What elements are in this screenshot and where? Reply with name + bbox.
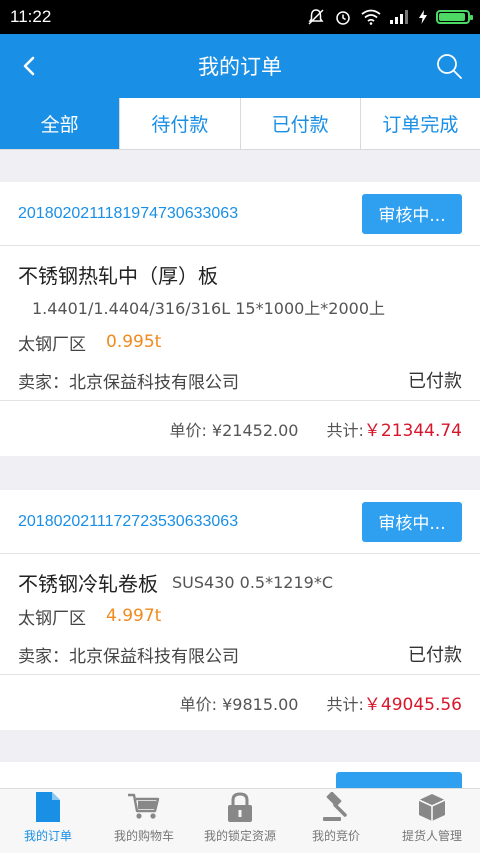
alarm-icon [336, 11, 350, 25]
unit-price: 单价: ¥9815.00 [179, 694, 299, 714]
product-spec: SUS430 0.5*1219*C [172, 572, 333, 592]
warehouse-location: 太钢厂区 [18, 608, 86, 629]
back-arrow-icon[interactable] [16, 52, 44, 80]
order-list[interactable]: 2018020211181974730633063 审核中... 不锈钢热轧中（… [0, 150, 480, 788]
status-time: 11:22 [10, 7, 52, 26]
order-status-button[interactable]: 审核中... [362, 193, 462, 234]
order-card[interactable]: 2018020211181974730633063 审核中... 不锈钢热轧中（… [0, 182, 480, 456]
page-title: 我的订单 [198, 55, 282, 79]
tabbar-item-pickup-manager[interactable]: 提货人管理 [384, 789, 480, 853]
order-number: 2018020211172723530633063 [18, 512, 239, 530]
order-weight: 0.995t [106, 332, 162, 352]
tabbar-item-cart[interactable]: 我的购物车 [96, 789, 192, 853]
payment-status: 已付款 [408, 371, 462, 392]
charging-icon [419, 10, 427, 24]
order-status-button[interactable] [336, 772, 462, 788]
order-weight: 4.997t [106, 606, 162, 626]
total-label: 共计: [326, 420, 364, 440]
order-card-body: 不锈钢冷轧卷板 SUS430 0.5*1219*C 太钢厂区 4.997t 卖家… [0, 554, 480, 675]
tabbar-label: 我的锁定资源 [203, 829, 276, 843]
cart-icon [128, 791, 160, 823]
tab-paid[interactable]: 已付款 [239, 98, 360, 149]
order-card-header: 2018020211181974730633063 审核中... [0, 182, 480, 246]
unit-price: 单价: ¥21452.00 [169, 420, 299, 440]
signal-icon [390, 10, 408, 24]
order-card[interactable] [0, 762, 480, 788]
order-card[interactable]: 2018020211172723530633063 审核中... 不锈钢冷轧卷板… [0, 490, 480, 730]
order-card-body: 不锈钢热轧中（厚）板 1.4401/1.4404/316/316L 15*100… [0, 246, 480, 401]
tabbar-item-bidding[interactable]: 我的竞价 [288, 789, 384, 853]
tabbar-item-locked-resources[interactable]: 我的锁定资源 [192, 789, 288, 853]
order-total: ￥49045.56 [363, 695, 462, 715]
bottom-tab-bar: 我的订单 我的购物车 我的锁定资源 我的竞价 提货人管理 [0, 788, 480, 853]
order-total: ￥21344.74 [363, 421, 462, 441]
box-icon [416, 791, 448, 823]
seller-name: 卖家：北京保益科技有限公司 [18, 372, 239, 393]
location-row: 太钢厂区 0.995t [18, 324, 462, 360]
payment-status: 已付款 [408, 645, 462, 666]
tab-all[interactable]: 全部 [0, 98, 120, 149]
tabbar-label: 我的购物车 [113, 829, 174, 843]
tab-completed[interactable]: 订单完成 [359, 98, 480, 149]
seller-row: 卖家：北京保益科技有限公司 已付款 [18, 360, 462, 400]
gavel-icon [320, 791, 352, 823]
tab-pending-payment[interactable]: 待付款 [119, 98, 239, 149]
total-label: 共计: [326, 694, 364, 714]
lock-icon [224, 791, 256, 823]
tabbar-label: 我的竞价 [311, 829, 360, 843]
warehouse-location: 太钢厂区 [18, 334, 86, 355]
tabbar-label: 提货人管理 [401, 829, 462, 843]
order-card-footer: 单价: ¥9815.00 共计: ￥49045.56 [0, 675, 480, 730]
mute-icon [308, 9, 324, 25]
seller-name: 卖家：北京保益科技有限公司 [18, 646, 239, 667]
order-status-button[interactable]: 审核中... [362, 501, 462, 542]
order-card-header: 2018020211172723530633063 审核中... [0, 490, 480, 554]
seller-row: 卖家：北京保益科技有限公司 已付款 [18, 634, 462, 674]
battery-icon [436, 10, 473, 24]
product-name-line: 不锈钢冷轧卷板 SUS430 0.5*1219*C [18, 566, 462, 598]
wifi-icon [361, 9, 381, 25]
order-card-footer: 单价: ¥21452.00 共计: ￥21344.74 [0, 401, 480, 456]
status-icons [307, 8, 473, 26]
document-icon [32, 791, 64, 823]
product-name: 不锈钢热轧中（厚）板 [18, 263, 218, 288]
location-row: 太钢厂区 4.997t [18, 598, 462, 634]
search-icon[interactable] [434, 51, 464, 81]
product-name: 不锈钢冷轧卷板 [18, 571, 158, 596]
order-number: 2018020211181974730633063 [18, 204, 239, 222]
product-spec: 1.4401/1.4404/316/316L 15*1000上*2000上 [32, 299, 386, 318]
tabbar-item-my-orders[interactable]: 我的订单 [0, 789, 96, 853]
status-bar: 11:22 [0, 0, 480, 34]
nav-bar: 我的订单 [0, 34, 480, 98]
order-filter-tabs: 全部 待付款 已付款 订单完成 [0, 98, 480, 150]
tabbar-label: 我的订单 [23, 829, 72, 843]
